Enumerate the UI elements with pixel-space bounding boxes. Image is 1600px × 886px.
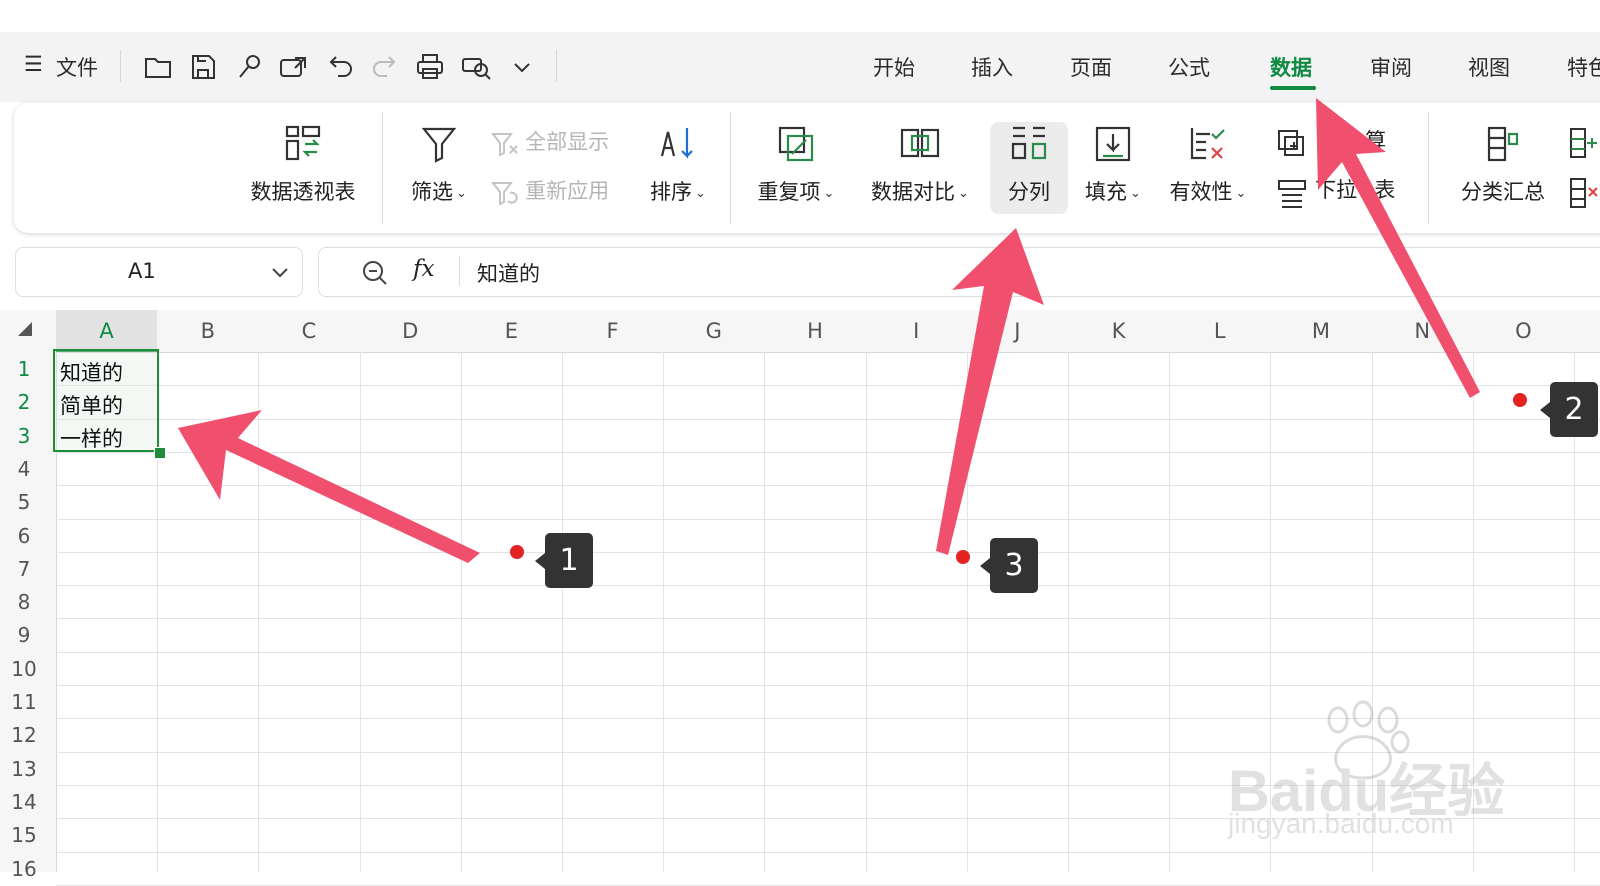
watermark-url: jingyan.baidu.com [1228,808,1454,839]
annotation-badge-3: 3 [980,538,1038,593]
arrow-2 [1316,98,1480,398]
arrow-3 [936,228,1044,555]
marker-dot-3 [956,550,970,564]
marker-dot-1 [510,545,524,559]
annotation-badge-2: 2 [1540,382,1598,437]
marker-dot-2 [1513,393,1527,407]
annotation-badge-1: 1 [535,533,593,588]
baidu-watermark: Baidu经验 jingyan.baidu.com [1228,700,1528,840]
arrow-1 [178,410,480,563]
